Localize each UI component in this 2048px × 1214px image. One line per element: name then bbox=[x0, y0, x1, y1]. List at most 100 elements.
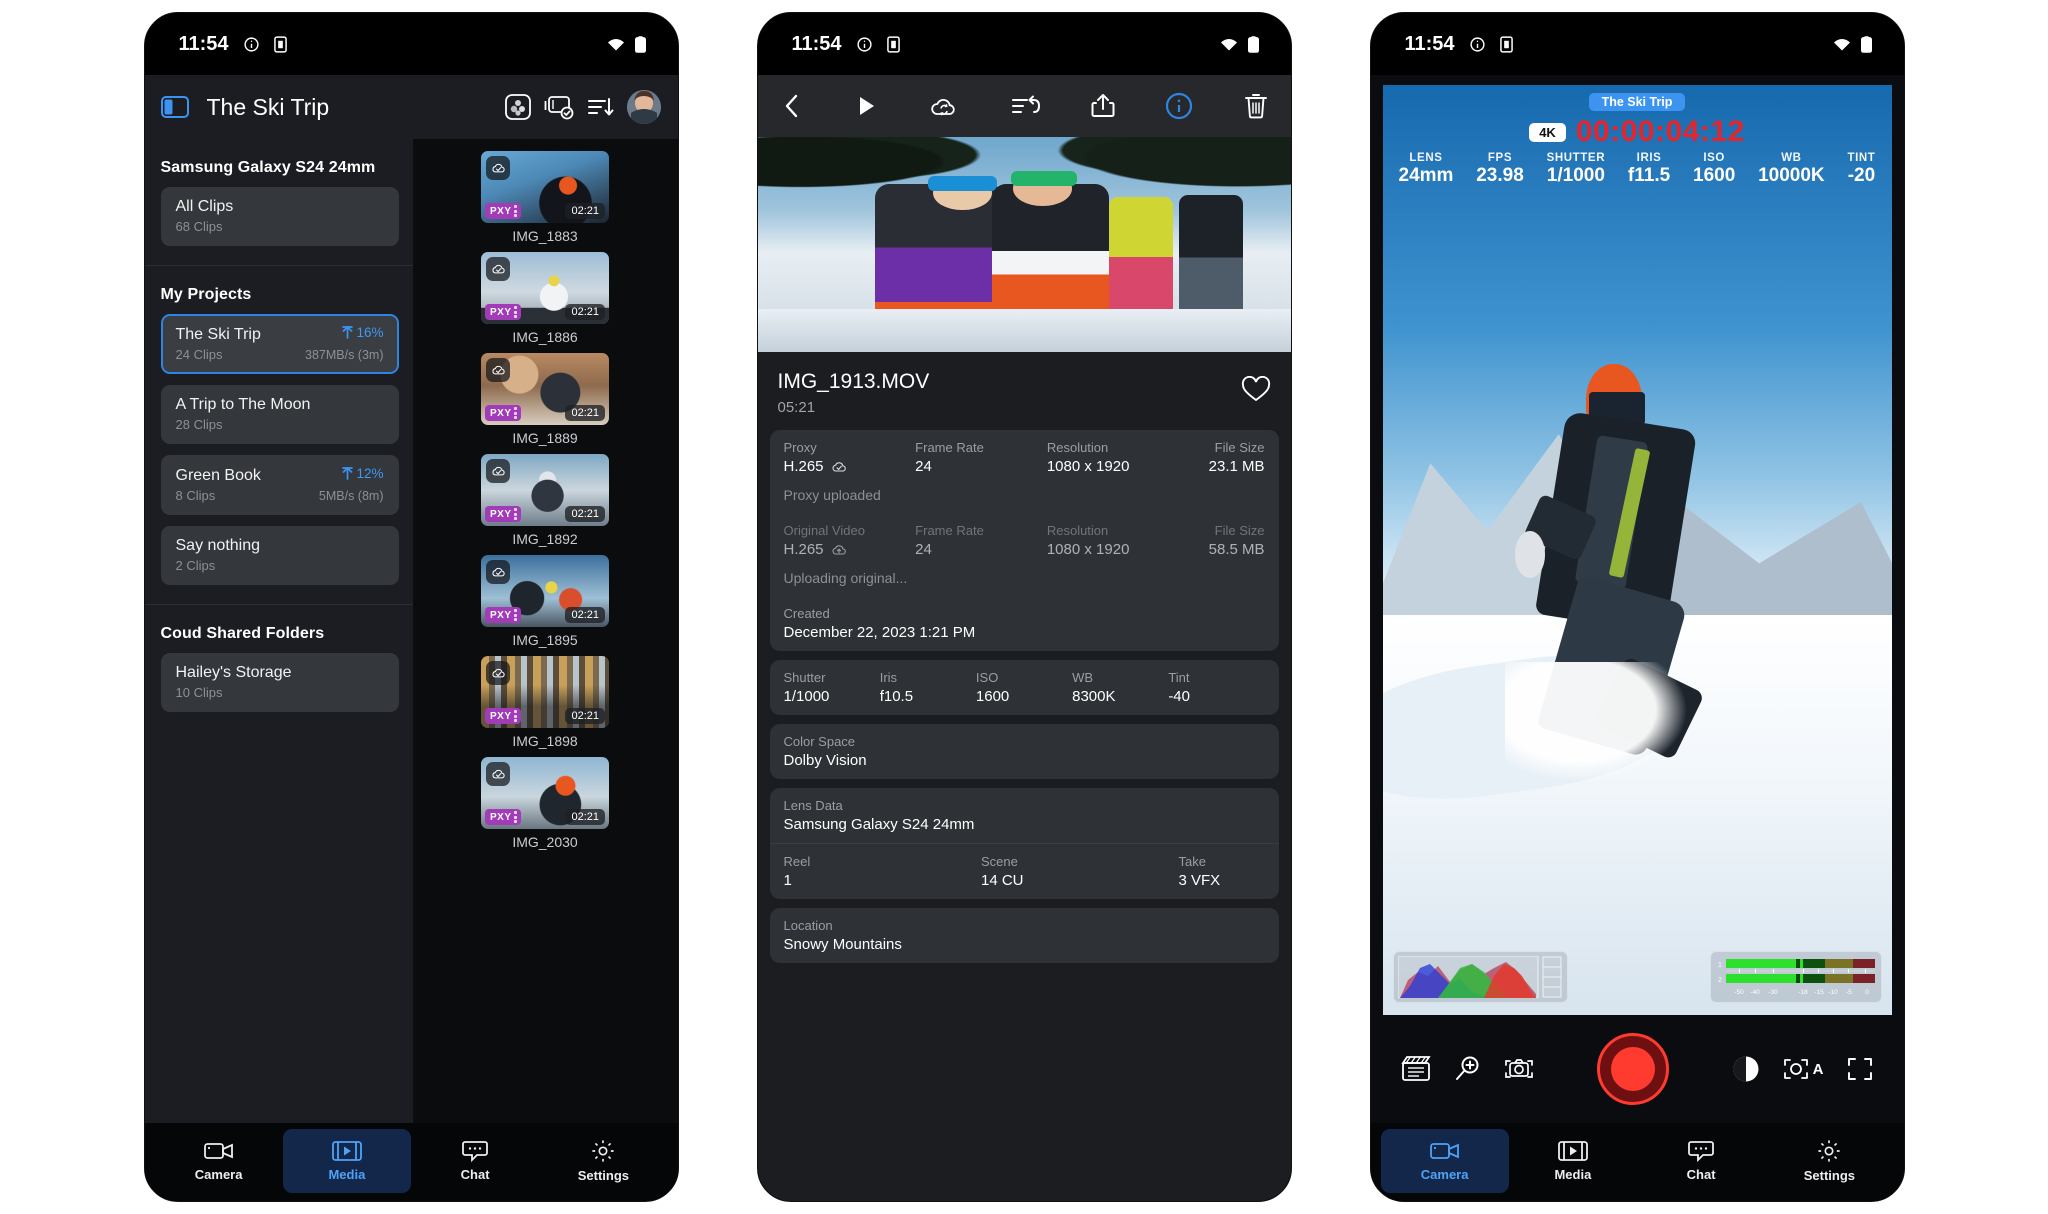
sidebar-item-project[interactable]: The Ski Trip 16% 24 Clips 387MB/s (3m) bbox=[160, 314, 399, 374]
cloud-sync-icon[interactable] bbox=[929, 93, 961, 119]
svg-text:-5: -5 bbox=[1846, 989, 1852, 996]
sidebar-item-project[interactable]: Green Book 12% 8 Clips 5MB/s (8m) bbox=[160, 455, 399, 515]
reel-value: 1 bbox=[783, 872, 792, 889]
svg-text:-10: -10 bbox=[1828, 989, 1838, 996]
sidebar-toggle-icon[interactable] bbox=[160, 95, 189, 119]
list-item[interactable]: PXY 02:21 IMG_2030 bbox=[481, 757, 609, 850]
tab-media[interactable]: Media bbox=[282, 1129, 411, 1193]
tab-chat[interactable]: Chat bbox=[1637, 1129, 1765, 1193]
slate-icon[interactable] bbox=[1400, 1055, 1431, 1083]
param-label: SHUTTER bbox=[1546, 152, 1606, 164]
tab-chat[interactable]: Chat bbox=[411, 1129, 539, 1193]
film-play-icon bbox=[331, 1140, 362, 1162]
list-item[interactable]: PXY 02:21 IMG_1892 bbox=[481, 454, 609, 547]
file-size-label: File Size bbox=[1214, 440, 1265, 455]
param-wb: WB 10000K bbox=[1758, 152, 1825, 187]
clip-name: IMG_1898 bbox=[512, 733, 578, 749]
zoom-icon[interactable] bbox=[1453, 1055, 1481, 1083]
clip-thumbnail[interactable]: PXY 02:21 bbox=[481, 151, 609, 223]
clip-duration: 02:21 bbox=[565, 506, 605, 522]
clip-thumbnail[interactable]: PXY 02:21 bbox=[481, 656, 609, 728]
projects-section: My Projects The Ski Trip 16% 24 Clips 38… bbox=[145, 266, 413, 600]
heart-icon[interactable] bbox=[1241, 376, 1271, 404]
svg-text:1: 1 bbox=[1718, 962, 1722, 969]
proxy-codec: H.265 bbox=[783, 458, 824, 475]
list-item[interactable]: PXY 02:21 IMG_1895 bbox=[481, 555, 609, 648]
frame-rate-value: 24 bbox=[915, 541, 932, 558]
play-icon[interactable] bbox=[853, 93, 879, 119]
iris-value: f10.5 bbox=[879, 688, 914, 705]
trash-icon[interactable] bbox=[1243, 92, 1269, 120]
tab-camera[interactable]: Camera bbox=[1380, 1129, 1509, 1193]
param-label: IRIS bbox=[1636, 152, 1662, 164]
resolution-label: Resolution bbox=[1046, 523, 1109, 538]
clip-thumbnail[interactable]: PXY 02:21 bbox=[481, 252, 609, 324]
sidebar-item-shared-folder[interactable]: Hailey's Storage 10 Clips bbox=[160, 653, 399, 712]
wifi-icon bbox=[1832, 37, 1852, 52]
camera-viewfinder[interactable]: The Ski Trip 4K 00:00:04:12 LENS 24mm FPS… bbox=[1382, 85, 1892, 1015]
frame-rate-label: Frame Rate bbox=[915, 440, 984, 455]
svg-text:2: 2 bbox=[1718, 977, 1722, 984]
clips-check-icon[interactable] bbox=[544, 94, 574, 120]
audio-meters[interactable]: 1 2 -50 -40 -30 -18 -15 -10 -5 0 bbox=[1709, 951, 1882, 1003]
sim-icon bbox=[1499, 35, 1513, 53]
film-play-icon bbox=[1557, 1140, 1588, 1162]
sidebar-item-all-clips[interactable]: All Clips 68 Clips bbox=[160, 187, 399, 246]
tab-label: Media bbox=[328, 1167, 366, 1182]
scene-label: Scene bbox=[981, 854, 1018, 869]
avatar[interactable] bbox=[626, 89, 662, 125]
clip-thumbnail[interactable]: PXY 02:21 bbox=[481, 757, 609, 829]
file-size-label: File Size bbox=[1214, 523, 1265, 538]
clip-list[interactable]: PXY 02:21 IMG_1883 PXY 02:21 IMG_1886 PX… bbox=[412, 139, 678, 1123]
original-row: Original Video H.265 Frame Rate 24 Resol… bbox=[770, 513, 1279, 568]
tab-media[interactable]: Media bbox=[1509, 1129, 1637, 1193]
clip-thumbnail[interactable]: PXY 02:21 bbox=[481, 353, 609, 425]
fullscreen-icon[interactable] bbox=[1846, 1056, 1874, 1082]
focus-frame-icon[interactable] bbox=[1503, 1055, 1535, 1083]
tab-settings[interactable]: Settings bbox=[1765, 1129, 1893, 1193]
sidebar-item-project[interactable]: A Trip to The Moon 28 Clips bbox=[160, 385, 399, 444]
chat-bubble-icon bbox=[461, 1140, 489, 1162]
video-preview[interactable] bbox=[757, 137, 1291, 352]
lens-data-value: Samsung Galaxy S24 24mm bbox=[783, 816, 975, 833]
rgb-histogram[interactable] bbox=[1392, 951, 1568, 1003]
phone-clip-detail: 11:54 IMG_1913.MOV 05:21 Proxy H.265 Fra… bbox=[756, 12, 1292, 1202]
back-icon[interactable] bbox=[780, 92, 804, 120]
info-icon[interactable] bbox=[1165, 92, 1193, 120]
list-item[interactable]: PXY 02:21 IMG_1886 bbox=[481, 252, 609, 345]
auto-label: A bbox=[1812, 1060, 1824, 1078]
page-title: The Ski Trip bbox=[206, 93, 330, 120]
list-item[interactable]: PXY 02:21 IMG_1883 bbox=[481, 151, 609, 244]
clip-thumbnail[interactable]: PXY 02:21 bbox=[481, 454, 609, 526]
record-button[interactable] bbox=[1597, 1033, 1670, 1105]
undo-list-icon[interactable] bbox=[1010, 94, 1040, 118]
param-value: 10000K bbox=[1758, 165, 1825, 186]
detail-toolbar bbox=[757, 75, 1291, 137]
metadata-panel[interactable]: IMG_1913.MOV 05:21 Proxy H.265 Frame Rat… bbox=[757, 352, 1291, 1201]
auto-exposure-icon[interactable] bbox=[1782, 1057, 1810, 1081]
left-controls bbox=[1400, 1055, 1535, 1083]
list-item[interactable]: PXY 02:21 IMG_1898 bbox=[481, 656, 609, 749]
proxy-tag: PXY bbox=[485, 809, 521, 825]
tab-camera[interactable]: Camera bbox=[155, 1129, 283, 1193]
sidebar-item-project[interactable]: Say nothing 2 Clips bbox=[160, 526, 399, 585]
list-item[interactable]: PXY 02:21 IMG_1889 bbox=[481, 353, 609, 446]
tab-label: Settings bbox=[1803, 1168, 1856, 1183]
iso-cell: ISO 1600 bbox=[976, 670, 1072, 705]
clip-thumbnail[interactable]: PXY 02:21 bbox=[481, 555, 609, 627]
tab-settings[interactable]: Settings bbox=[539, 1129, 667, 1193]
status-time: 11:54 bbox=[178, 32, 229, 55]
grain-icon[interactable] bbox=[504, 93, 532, 121]
exposure-compensation-icon[interactable] bbox=[1732, 1055, 1760, 1083]
auto-exposure-control[interactable]: A bbox=[1782, 1057, 1824, 1081]
sort-icon[interactable] bbox=[586, 95, 614, 119]
clip-name: IMG_1889 bbox=[512, 430, 578, 446]
clip-name: IMG_2030 bbox=[512, 834, 578, 850]
scene-cell: Scene 14 CU bbox=[981, 854, 1179, 889]
color-space-value: Dolby Vision bbox=[783, 752, 867, 769]
proxy-tag: PXY bbox=[485, 506, 521, 522]
upload-progress: 16% bbox=[342, 325, 384, 340]
share-icon[interactable] bbox=[1090, 92, 1116, 120]
color-space-row: Color Space Dolby Vision bbox=[770, 724, 1279, 779]
device-heading: Samsung Galaxy S24 24mm bbox=[160, 159, 376, 176]
